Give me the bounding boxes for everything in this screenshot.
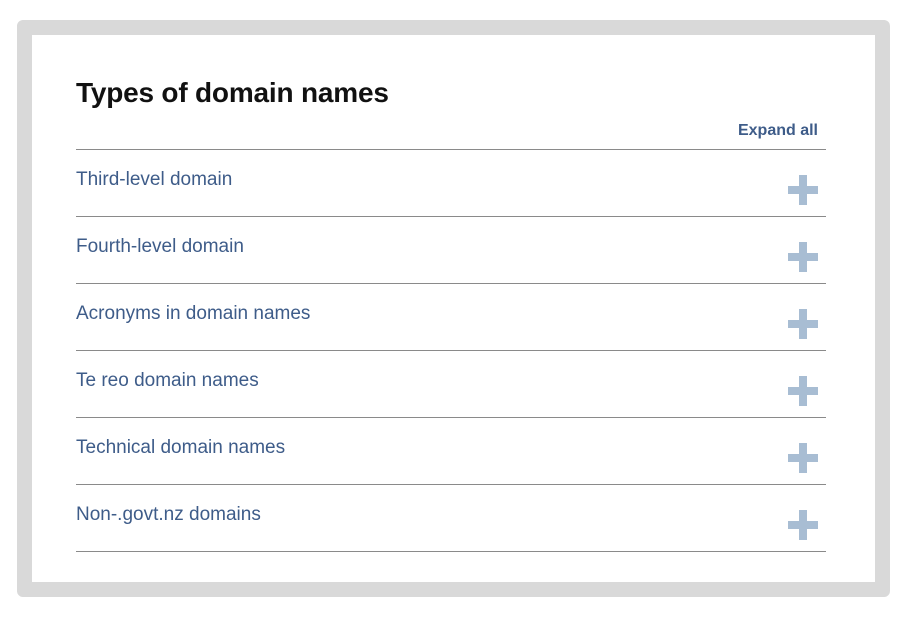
accordion-item-third-level-domain[interactable]: Third-level domain	[76, 150, 826, 217]
plus-icon[interactable]	[788, 175, 818, 205]
accordion-item-acronyms[interactable]: Acronyms in domain names	[76, 284, 826, 351]
accordion-item-non-govt-nz[interactable]: Non-.govt.nz domains	[76, 485, 826, 552]
plus-icon[interactable]	[788, 510, 818, 540]
accordion-list: Third-level domain Fourth-level domain A…	[76, 149, 826, 552]
accordion-item-label: Fourth-level domain	[76, 236, 244, 257]
accordion-item-fourth-level-domain[interactable]: Fourth-level domain	[76, 217, 826, 284]
expand-all-button[interactable]: Expand all	[738, 122, 818, 140]
plus-icon[interactable]	[788, 376, 818, 406]
accordion-item-label: Te reo domain names	[76, 370, 259, 391]
plus-icon[interactable]	[788, 443, 818, 473]
accordion-item-label: Third-level domain	[76, 169, 233, 190]
accordion-panel: Types of domain names Expand all Third-l…	[17, 20, 890, 597]
accordion-item-label: Acronyms in domain names	[76, 303, 311, 324]
accordion-item-te-reo[interactable]: Te reo domain names	[76, 351, 826, 418]
accordion-item-label: Non-.govt.nz domains	[76, 504, 261, 525]
accordion-item-technical[interactable]: Technical domain names	[76, 418, 826, 485]
plus-icon[interactable]	[788, 242, 818, 272]
panel-title: Types of domain names	[76, 77, 389, 108]
plus-icon[interactable]	[788, 309, 818, 339]
accordion-item-label: Technical domain names	[76, 437, 286, 458]
